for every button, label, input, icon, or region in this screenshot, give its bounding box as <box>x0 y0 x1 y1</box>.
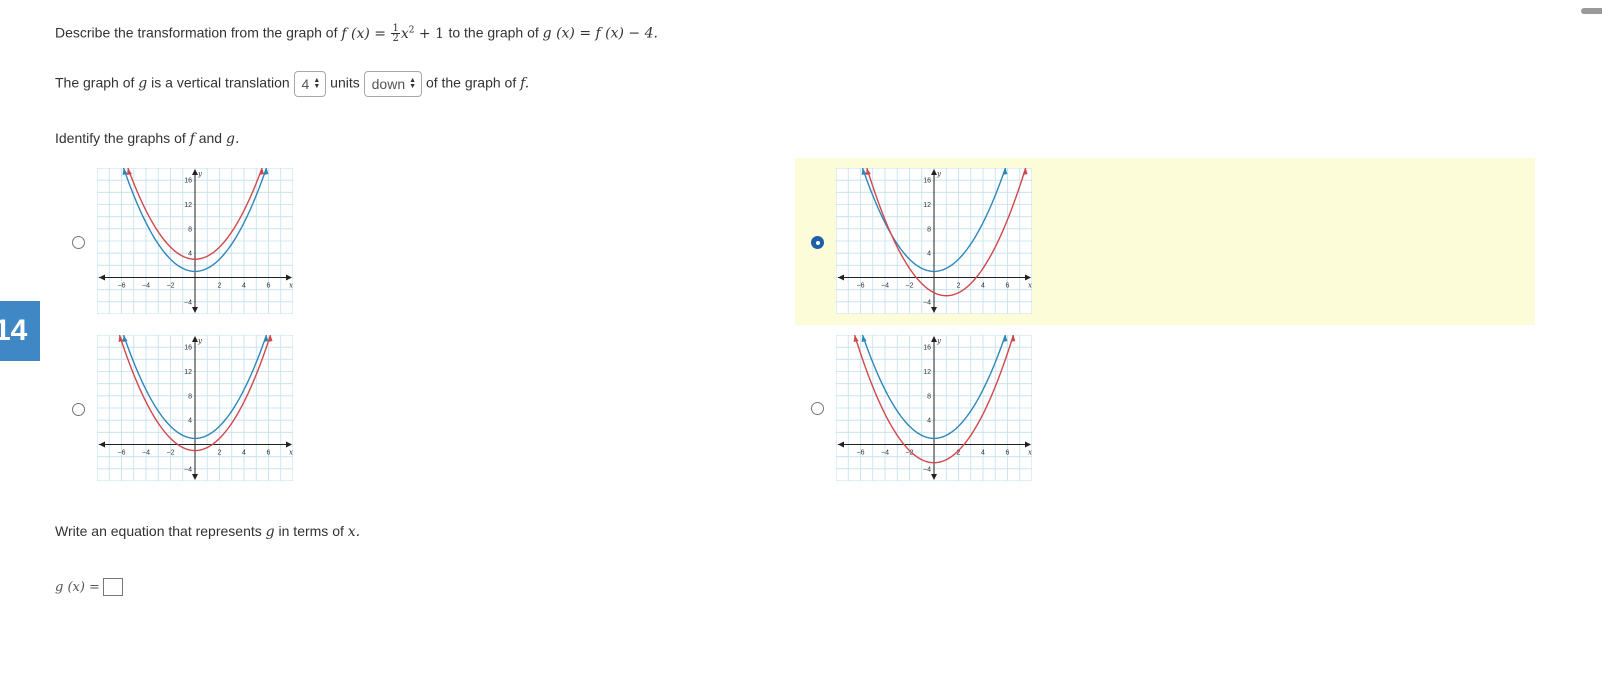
x-tick-label: 6 <box>1006 283 1010 290</box>
equation-prefix: Write an equation that represents <box>55 523 262 539</box>
answer-input[interactable] <box>102 578 123 597</box>
x-tick-label: −4 <box>142 450 150 457</box>
y-tick-label: 16 <box>184 345 192 352</box>
y-tick-label: 16 <box>184 178 192 185</box>
graph-option-3[interactable]: −6 −4 −2 2 4 6 16 12 8 4 −4 x y <box>97 335 293 481</box>
spinner-arrows-icon: ▲ ▼ <box>313 77 321 90</box>
x-tick-label: −2 <box>167 450 175 457</box>
parabola-chart: −6 −4 −2 2 4 6161284−4xy <box>97 335 293 481</box>
graph-option-2-radio[interactable] <box>811 236 824 249</box>
y-tick-label: 4 <box>188 418 192 425</box>
translation-suffix: of the graph of <box>425 74 517 91</box>
spinner-arrows-icon: ▲ ▼ <box>409 77 417 90</box>
y-tick-label: −4 <box>923 466 931 473</box>
g-symbol: g <box>265 524 275 540</box>
f-symbol: f <box>189 131 195 147</box>
f-expr: f (x) = <box>341 25 386 42</box>
y-tick-label: 12 <box>923 202 931 209</box>
connector-text: to the graph of <box>448 24 539 41</box>
graph-option-1-radio[interactable] <box>72 236 85 249</box>
x-symbol: x. <box>347 524 361 540</box>
g-symbol: g. <box>225 131 240 147</box>
x-axis-label: x <box>289 449 293 457</box>
parabola-chart: −6 −4 −2 2 4 6161284−4xy <box>836 168 1032 314</box>
x-tick-label: 6 <box>1006 450 1010 457</box>
amount-dropdown[interactable]: 4 ▲ ▼ <box>293 71 327 97</box>
frac-den: 2 <box>392 33 399 45</box>
translation-statement: The graph of g is a vertical translation… <box>55 71 529 97</box>
translation-prefix: The graph of <box>55 74 135 91</box>
x-tick-label: 2 <box>218 450 222 457</box>
y-tick-label: 8 <box>927 226 931 233</box>
direction-dropdown[interactable]: down ▲ ▼ <box>363 71 423 97</box>
x-axis-label: x <box>1028 282 1032 290</box>
question-number-tab[interactable]: 14 <box>0 301 40 361</box>
identify-prefix: Identify the graphs of <box>55 130 186 146</box>
x-tick-label: −2 <box>167 283 175 290</box>
y-tick-label: 16 <box>923 345 931 352</box>
x-var: x <box>400 25 409 42</box>
x-tick-label: 4 <box>242 450 246 457</box>
y-tick-label: 16 <box>923 178 931 185</box>
parabola-chart: −6 −4 −2 2 4 6161284−4xy <box>836 335 1032 481</box>
x-tick-label: 2 <box>957 283 961 290</box>
and-text: and <box>198 130 223 146</box>
y-tick-label: 4 <box>188 251 192 258</box>
direction-value: down <box>371 76 406 92</box>
plus-one: + 1 <box>418 25 445 42</box>
x-tick-label: 6 <box>267 283 271 290</box>
question-prompt: Describe the transformation from the gra… <box>55 20 658 44</box>
graph-option-3-radio[interactable] <box>72 403 85 416</box>
y-tick-label: 12 <box>923 369 931 376</box>
translation-middle: is a vertical translation <box>151 74 290 91</box>
x-tick-label: 4 <box>981 450 985 457</box>
identify-prompt: Identify the graphs of f and g. <box>55 128 239 149</box>
graph-option-1[interactable]: −6 −4 −2 2 4 6 16 12 8 4 −4 x y <box>97 168 293 314</box>
x-tick-label: −2 <box>906 283 914 290</box>
y-tick-label: 12 <box>184 369 192 376</box>
graph-option-4-radio[interactable] <box>811 402 824 415</box>
y-tick-label: 4 <box>927 251 931 258</box>
g-definition: g (x) = f (x) − 4. <box>542 25 658 42</box>
y-tick-label: −4 <box>923 299 931 306</box>
scrollbar-handle[interactable] <box>1581 8 1602 14</box>
f-symbol: f. <box>520 75 530 92</box>
y-tick-label: 8 <box>188 393 192 400</box>
x-tick-label: 6 <box>267 450 271 457</box>
answer-label: g (x) = <box>55 580 100 595</box>
y-tick-label: 8 <box>927 393 931 400</box>
x-tick-label: −4 <box>881 450 889 457</box>
g-symbol: g <box>138 75 148 92</box>
f-definition: f (x) = 1 2 x2 + 1 <box>341 24 448 45</box>
y-tick-label: −4 <box>184 466 192 473</box>
y-tick-label: 12 <box>184 202 192 209</box>
amount-value: 4 <box>301 76 310 92</box>
y-tick-label: −4 <box>184 299 192 306</box>
x-tick-label: 2 <box>218 283 222 290</box>
x-tick-label: 4 <box>981 283 985 290</box>
y-tick-label: 8 <box>188 226 192 233</box>
graph-option-2[interactable]: −6 −4 −2 2 4 6 16 12 8 4 −4 x y <box>836 168 1032 314</box>
x-axis-label: x <box>1028 449 1032 457</box>
x-tick-label: −6 <box>857 283 865 290</box>
x-axis-label: x <box>289 282 293 290</box>
x-tick-label: 4 <box>242 283 246 290</box>
x-tick-label: −6 <box>857 450 865 457</box>
equation-prompt: Write an equation that represents g in t… <box>55 521 360 542</box>
in-terms-of-text: in terms of <box>278 523 344 539</box>
exponent: 2 <box>408 25 415 35</box>
fraction: 12 <box>391 24 400 45</box>
answer-row: g (x) = <box>55 576 123 598</box>
x-tick-label: −4 <box>142 283 150 290</box>
graph-option-4[interactable]: −6 −4 −2 2 4 6 16 12 8 4 −4 x y <box>836 335 1032 481</box>
y-tick-label: 4 <box>927 418 931 425</box>
x-tick-label: −6 <box>118 450 126 457</box>
units-label: units <box>330 74 360 91</box>
x-tick-label: −6 <box>118 283 126 290</box>
parabola-chart: −6 −4 −2 2 4 6161284−4xy <box>97 168 293 314</box>
question-text: Describe the transformation from the gra… <box>55 24 338 41</box>
x-tick-label: −4 <box>881 283 889 290</box>
